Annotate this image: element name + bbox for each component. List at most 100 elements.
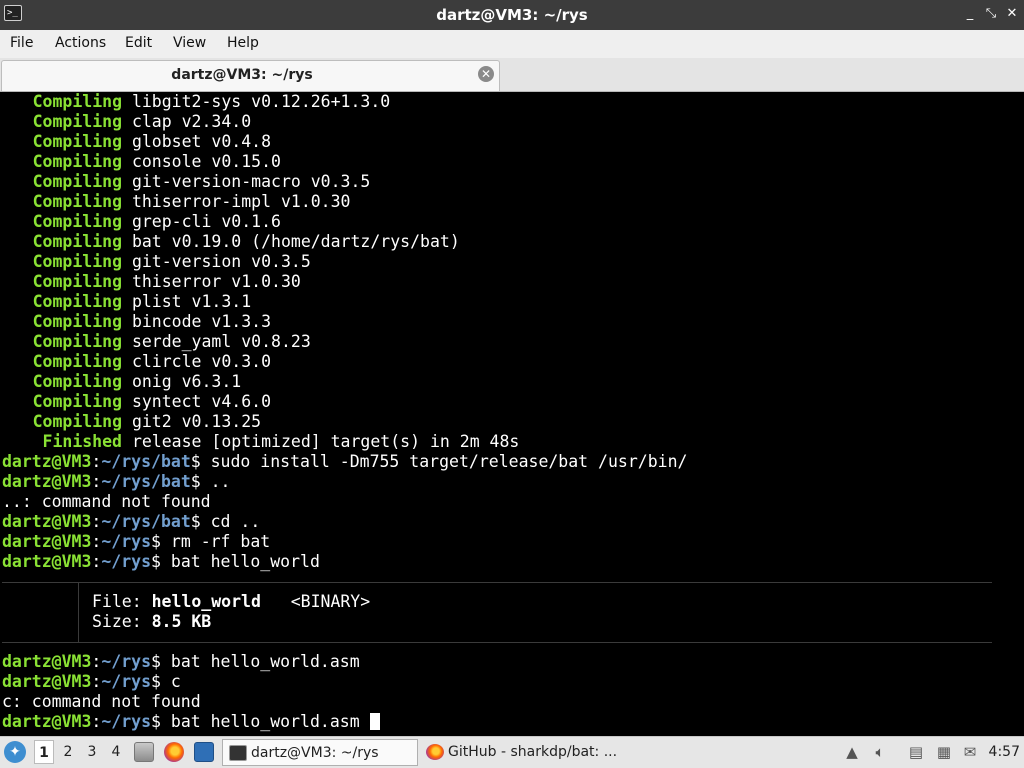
prompt-path: ~/rys xyxy=(101,652,152,671)
bat-gutter-line xyxy=(78,583,79,642)
prompt-user: dartz@VM3 xyxy=(2,672,92,691)
desktop-3[interactable]: 3 xyxy=(82,740,102,764)
prompt-line-current[interactable]: dartz@VM3:~/rys$ bat hello_world.asm xyxy=(2,712,380,732)
minimize-icon[interactable]: _ xyxy=(962,6,978,22)
start-menu-icon[interactable]: ✦ xyxy=(4,741,26,763)
compile-status: Compiling xyxy=(32,112,122,131)
notification-icon[interactable]: ✉ xyxy=(960,742,980,762)
menu-file[interactable]: File xyxy=(8,30,35,56)
prompt-line: dartz@VM3:~/rys/bat$ cd .. xyxy=(2,512,260,532)
bat-top-rule xyxy=(2,582,992,583)
taskbar: ✦ 1 2 3 4 dartz@VM3: ~/rys GitHub - shar… xyxy=(0,736,1024,768)
firefox-icon[interactable] xyxy=(164,742,184,762)
command-input[interactable]: bat hello_world.asm xyxy=(171,712,360,731)
terminal-line: Compiling thiserror-impl v1.0.30 xyxy=(2,192,351,212)
prompt-colon: : xyxy=(91,672,102,691)
terminal-line: Compiling git-version v0.3.5 xyxy=(2,252,311,272)
compile-status: Compiling xyxy=(32,232,122,251)
close-icon[interactable]: ✕ xyxy=(1004,6,1020,22)
prompt-path: ~/rys/bat xyxy=(101,512,191,531)
prompt-colon: : xyxy=(91,512,102,531)
prompt-colon: : xyxy=(91,652,102,671)
menu-bar: File Actions Edit View Help xyxy=(0,30,1024,58)
window-titlebar[interactable]: >_ dartz@VM3: ~/rys _ ⤡ ✕ xyxy=(0,0,1024,30)
prompt-line: dartz@VM3:~/rys$ bat hello_world.asm xyxy=(2,652,360,672)
prompt-path: ~/rys/bat xyxy=(101,472,191,491)
maximize-icon[interactable]: ⤡ xyxy=(983,6,999,22)
volume-icon[interactable]: 🔈︎ xyxy=(870,742,890,762)
compile-crate: git-version-macro v0.3.5 xyxy=(131,172,371,191)
menu-actions[interactable]: Actions xyxy=(53,30,108,56)
task-terminal[interactable]: dartz@VM3: ~/rys xyxy=(222,739,418,766)
window-title: dartz@VM3: ~/rys xyxy=(436,6,588,24)
terminal-line: Compiling bincode v1.3.3 xyxy=(2,312,271,332)
compile-status: Compiling xyxy=(32,332,122,351)
size-value: 8.5 KB xyxy=(151,612,212,631)
prompt-user: dartz@VM3 xyxy=(2,472,92,491)
prompt-symbol: $ xyxy=(151,672,161,691)
prompt-path: ~/rys xyxy=(101,532,152,551)
tab-label: dartz@VM3: ~/rys xyxy=(171,67,313,83)
prompt-user: dartz@VM3 xyxy=(2,512,92,531)
command-text: cd .. xyxy=(210,512,261,531)
close-circle-icon[interactable]: ✕ xyxy=(478,66,494,82)
compile-status: Compiling xyxy=(32,252,122,271)
compile-crate: git2 v0.13.25 xyxy=(131,412,262,431)
compile-crate: globset v0.4.8 xyxy=(131,132,272,151)
terminal-line: Compiling git2 v0.13.25 xyxy=(2,412,261,432)
menu-view[interactable]: View xyxy=(171,30,208,56)
prompt-symbol: $ xyxy=(190,452,201,471)
prompt-path: ~/rys xyxy=(101,552,152,571)
prompt-colon: : xyxy=(91,532,102,551)
command-text: rm -rf bat xyxy=(170,532,271,551)
compile-crate: console v0.15.0 xyxy=(131,152,281,171)
command-text: sudo install -Dm755 target/release/bat /… xyxy=(210,452,688,471)
terminal-line: Compiling onig v6.3.1 xyxy=(2,372,242,392)
file-label: File: xyxy=(92,592,142,611)
prompt-symbol: $ xyxy=(151,552,161,571)
clipboard-icon[interactable]: ▤ xyxy=(906,742,926,762)
prompt-user: dartz@VM3 xyxy=(2,652,92,671)
menu-help[interactable]: Help xyxy=(225,30,261,56)
prompt-user: dartz@VM3 xyxy=(2,552,92,571)
compile-crate: clap v2.34.0 xyxy=(131,112,252,131)
update-icon[interactable]: ▲ xyxy=(842,742,862,762)
error-output: ..: command not found xyxy=(2,492,211,511)
network-icon[interactable]: ▦ xyxy=(934,742,954,762)
prompt-symbol: $ xyxy=(151,652,161,671)
terminal-output[interactable]: Compiling libgit2-sys v0.12.26+1.3.0 Com… xyxy=(0,92,1024,736)
bat-bottom-rule xyxy=(2,642,992,643)
finished-summary: release [optimized] target(s) in 2m 48s xyxy=(131,432,520,451)
show-desktop-icon[interactable] xyxy=(194,742,214,762)
desktop-4[interactable]: 4 xyxy=(106,740,126,764)
prompt-line: dartz@VM3:~/rys/bat$ .. xyxy=(2,472,231,492)
compile-crate: plist v1.3.1 xyxy=(131,292,252,311)
compile-status: Compiling xyxy=(32,192,122,211)
prompt-line: dartz@VM3:~/rys/bat$ sudo install -Dm755… xyxy=(2,452,687,472)
prompt-line: dartz@VM3:~/rys$ rm -rf bat xyxy=(2,532,270,552)
terminal-line: Compiling syntect v4.6.0 xyxy=(2,392,271,412)
compile-crate: thiserror v1.0.30 xyxy=(131,272,301,291)
prompt-symbol: $ xyxy=(151,532,161,551)
task-firefox[interactable]: GitHub - sharkdp/bat: ... xyxy=(420,739,620,766)
compile-status: Compiling xyxy=(32,172,122,191)
desktop-1[interactable]: 1 xyxy=(34,740,54,764)
compile-crate: bincode v1.3.3 xyxy=(131,312,272,331)
compile-crate: grep-cli v0.1.6 xyxy=(131,212,281,231)
command-text: .. xyxy=(210,472,231,491)
terminal-line: Compiling clap v2.34.0 xyxy=(2,112,252,132)
prompt-path: ~/rys xyxy=(101,672,152,691)
desktop-2[interactable]: 2 xyxy=(58,740,78,764)
compile-status: Compiling xyxy=(32,372,122,391)
clock[interactable]: 4:57 xyxy=(989,737,1020,768)
prompt-colon: : xyxy=(91,552,102,571)
prompt-symbol: $ xyxy=(190,472,201,491)
terminal-line: Compiling serde_yaml v0.8.23 xyxy=(2,332,311,352)
terminal-tab[interactable]: dartz@VM3: ~/rys ✕ xyxy=(1,60,500,91)
file-manager-icon[interactable] xyxy=(134,742,154,762)
menu-edit[interactable]: Edit xyxy=(123,30,154,56)
compile-status: Compiling xyxy=(32,412,122,431)
compile-status: Compiling xyxy=(32,132,122,151)
prompt-line: dartz@VM3:~/rys$ c xyxy=(2,672,181,692)
terminal-line: Compiling libgit2-sys v0.12.26+1.3.0 xyxy=(2,92,391,112)
